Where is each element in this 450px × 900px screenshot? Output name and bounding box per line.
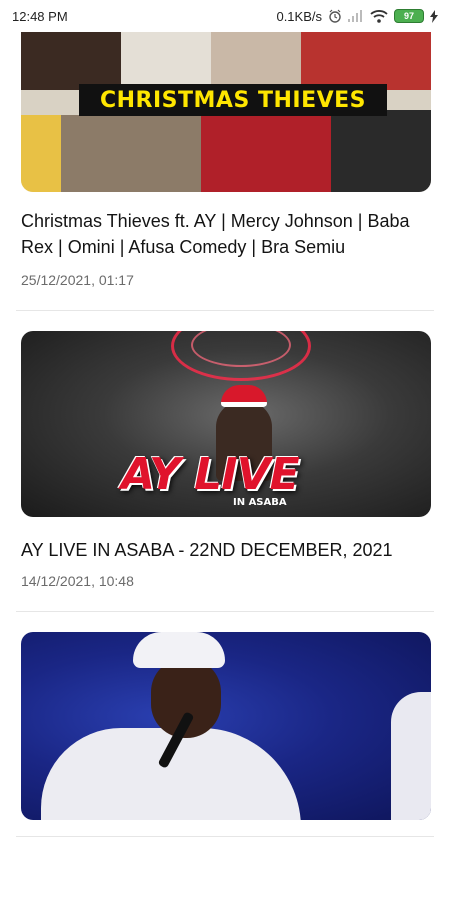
divider xyxy=(16,310,434,311)
signal-icon xyxy=(348,10,364,22)
santa-hat xyxy=(221,385,267,407)
video-thumbnail[interactable]: AY LIVE IN ASABA xyxy=(21,331,431,517)
video-title[interactable]: AY LIVE IN ASABA - 22ND DECEMBER, 2021 xyxy=(21,537,431,563)
video-date: 14/12/2021, 10:48 xyxy=(21,573,134,589)
event-logo: AY LIVE xyxy=(121,449,300,500)
video-date: 25/12/2021, 01:17 xyxy=(21,272,134,288)
divider xyxy=(16,836,434,837)
event-logo-subtitle: IN ASABA xyxy=(233,497,287,508)
status-icons: 0.1KB/s 97 xyxy=(276,9,438,24)
status-time: 12:48 PM xyxy=(12,8,68,24)
battery-icon: 97 xyxy=(394,9,424,23)
thumbnail-photo xyxy=(21,115,61,192)
charging-icon xyxy=(430,9,438,23)
thumbnail-banner: CHRISTMAS THIEVES xyxy=(79,84,387,116)
thumbnail-photo xyxy=(61,115,201,192)
network-speed: 0.1KB/s xyxy=(276,8,322,24)
thumbnail-photo xyxy=(331,110,431,192)
background-figure xyxy=(391,692,431,820)
thumbnail-photo xyxy=(201,110,331,192)
status-bar: 12:48 PM 0.1KB/s 97 xyxy=(0,0,450,32)
video-title[interactable]: Christmas Thieves ft. AY | Mercy Johnson… xyxy=(21,208,431,260)
divider xyxy=(16,611,434,612)
video-thumbnail[interactable] xyxy=(21,632,431,820)
alarm-icon xyxy=(328,9,342,23)
performer-cap xyxy=(133,632,225,668)
wifi-icon xyxy=(370,9,388,23)
